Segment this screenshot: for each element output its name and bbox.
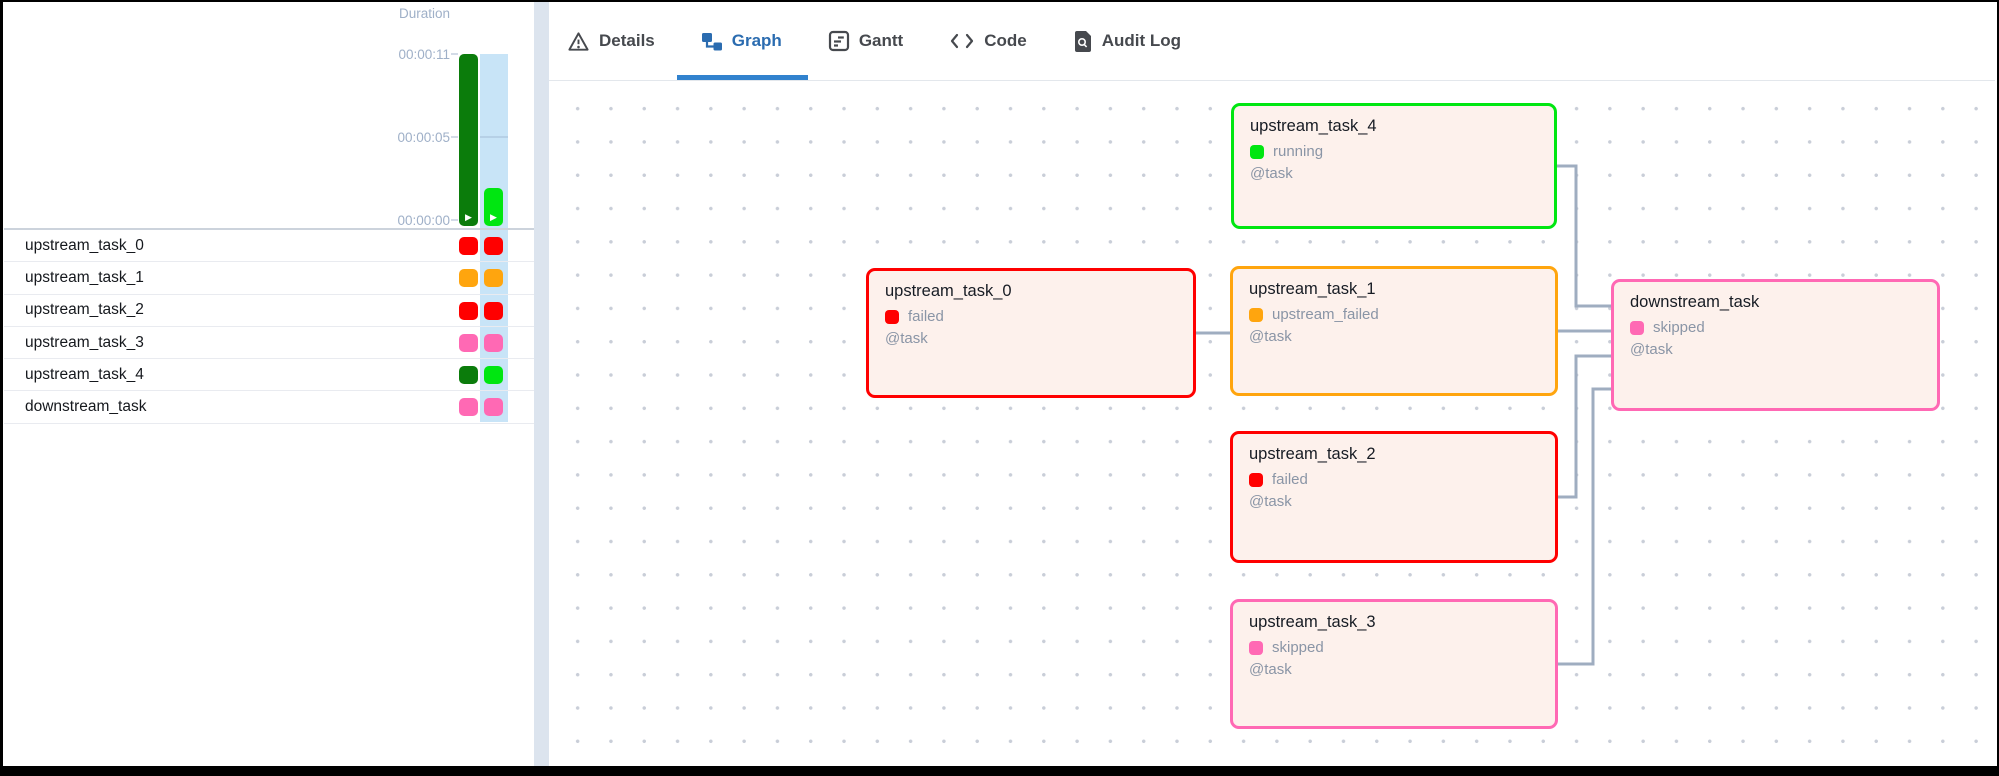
- task-instance-square-running[interactable]: [484, 366, 503, 385]
- node-title: downstream_task: [1630, 293, 1760, 311]
- node-operator: @task: [1249, 493, 1292, 510]
- node-upstream_task_2[interactable]: upstream_task_2failed @task: [1230, 431, 1558, 563]
- node-upstream_task_4[interactable]: upstream_task_4running @task: [1231, 103, 1557, 229]
- axis-tick: 00:00:00: [397, 213, 450, 228]
- task-instance-square-failed[interactable]: [484, 237, 503, 255]
- run-duration-bar-run-1[interactable]: ▶: [459, 54, 478, 226]
- node-operator: @task: [1630, 341, 1673, 358]
- tab-audit-log[interactable]: Audit Log: [1073, 2, 1181, 80]
- axis-tick: 00:00:11: [398, 47, 450, 62]
- tab-gantt[interactable]: Gantt: [828, 2, 903, 80]
- axis-tick: 00:00:05: [397, 130, 450, 145]
- status-square-upstream_failed: [1249, 307, 1263, 322]
- task-list: upstream_task_0 upstream_task_1 upstream_t…: [4, 230, 534, 424]
- node-status: failed: [885, 308, 1177, 325]
- play-icon: ▶: [490, 212, 497, 222]
- node-title: upstream_task_1: [1249, 280, 1376, 298]
- grid-panel: Duration 00:00:11 00:00:05 00:00:00 ▶ ▶ …: [4, 2, 534, 768]
- graph-canvas[interactable]: upstream_task_4 running @task upstream_task…: [549, 81, 1995, 766]
- warning-icon: [567, 30, 590, 53]
- status-square-failed: [1249, 472, 1263, 487]
- node-operator: @task: [1249, 328, 1292, 345]
- tab-graph[interactable]: Graph: [676, 2, 808, 80]
- node-state: upstream_failed: [1272, 306, 1379, 323]
- tab-details[interactable]: Details: [567, 2, 655, 80]
- task-row-upstream_task_3[interactable]: upstream_task_3: [4, 327, 534, 360]
- duration-axis-title: Duration: [398, 6, 450, 21]
- node-status: failed: [1249, 471, 1539, 488]
- code-icon: [949, 31, 975, 51]
- status-square-skipped: [1630, 320, 1644, 335]
- task-instance-square-skipped[interactable]: [484, 333, 503, 352]
- graph-icon: [701, 30, 723, 52]
- task-label: upstream_task_4: [25, 365, 144, 383]
- node-title: upstream_task_2: [1249, 445, 1376, 463]
- task-instance-square-failed[interactable]: [459, 301, 478, 320]
- task-row-upstream_task_0[interactable]: upstream_task_0: [4, 230, 534, 263]
- task-instance-square-failed[interactable]: [459, 237, 478, 255]
- tab-label: Graph: [731, 31, 782, 50]
- play-icon: ▶: [465, 212, 472, 222]
- task-instance-square-success[interactable]: [459, 366, 478, 385]
- task-instance-square-skipped[interactable]: [484, 398, 503, 417]
- node-status: upstream_failed: [1249, 306, 1539, 323]
- node-state: failed: [908, 308, 944, 325]
- axis-tick-mark: [451, 219, 458, 221]
- node-status: skipped: [1249, 639, 1539, 656]
- task-label: upstream_task_1: [25, 268, 144, 286]
- node-operator: @task: [885, 330, 928, 347]
- edge-upstream_task_3-to-downstream_task: [1558, 387, 1611, 666]
- node-title: upstream_task_3: [1249, 613, 1376, 631]
- edge-upstream_task_4-to-downstream_task: [1555, 164, 1611, 308]
- task-row-upstream_task_1[interactable]: upstream_task_1: [4, 262, 534, 295]
- tab-label: Gantt: [858, 31, 904, 50]
- task-instance-square-failed[interactable]: [484, 301, 503, 320]
- edge-upstream_task_2-to-downstream_task: [1558, 354, 1611, 499]
- node-state: failed: [1272, 471, 1308, 488]
- task-label: upstream_task_2: [25, 301, 144, 319]
- task-instance-square-skipped[interactable]: [459, 333, 478, 352]
- audit-log-icon: [1073, 30, 1093, 53]
- tab-bar: Details Graph Gantt Code Audit Log: [549, 2, 1995, 81]
- task-instance-square-upstream_failed[interactable]: [484, 269, 503, 288]
- gantt-icon: [828, 30, 850, 52]
- node-state: skipped: [1272, 639, 1324, 656]
- node-operator: @task: [1249, 661, 1292, 678]
- task-row-upstream_task_2[interactable]: upstream_task_2: [4, 295, 534, 327]
- bottom-bar: [3, 766, 1997, 774]
- tab-label: Code: [984, 31, 1027, 50]
- node-operator: @task: [1250, 165, 1293, 182]
- task-row-downstream_task[interactable]: downstream_task: [4, 391, 534, 424]
- status-square-running: [1250, 144, 1264, 159]
- task-instance-square-upstream_failed[interactable]: [459, 269, 478, 288]
- node-status: skipped: [1630, 319, 1921, 336]
- status-square-failed: [885, 309, 899, 324]
- task-label: downstream_task: [25, 398, 147, 416]
- axis-tick-mark: [451, 136, 458, 138]
- tab-label: Details: [599, 31, 655, 50]
- chart-gridline: [480, 136, 508, 138]
- node-state: running: [1273, 143, 1324, 160]
- app-window: Duration 00:00:11 00:00:05 00:00:00 ▶ ▶ …: [0, 0, 1999, 776]
- task-label: upstream_task_3: [25, 333, 144, 351]
- node-upstream_task_0[interactable]: upstream_task_0failed @task: [866, 268, 1196, 398]
- node-upstream_task_3[interactable]: upstream_task_3skipped @task: [1230, 599, 1558, 729]
- node-upstream_task_1[interactable]: upstream_task_1 upstream_failed @task: [1230, 266, 1558, 396]
- node-status: running: [1250, 143, 1538, 160]
- node-downstream_task[interactable]: downstream_taskskipped @task: [1611, 279, 1940, 411]
- task-label: upstream_task_0: [25, 236, 144, 254]
- task-instance-square-skipped[interactable]: [459, 398, 478, 417]
- axis-tick-mark: [451, 53, 458, 55]
- run-duration-bar-run-2[interactable]: ▶: [484, 188, 503, 226]
- tab-code[interactable]: Code: [949, 2, 1027, 80]
- node-state: skipped: [1653, 319, 1705, 336]
- node-title: upstream_task_0: [885, 282, 1012, 300]
- status-square-skipped: [1249, 640, 1263, 655]
- panel-splitter[interactable]: [534, 2, 549, 768]
- node-title: upstream_task_4: [1250, 117, 1377, 135]
- task-row-upstream_task_4[interactable]: upstream_task_4: [4, 359, 534, 392]
- tab-label: Audit Log: [1101, 31, 1182, 50]
